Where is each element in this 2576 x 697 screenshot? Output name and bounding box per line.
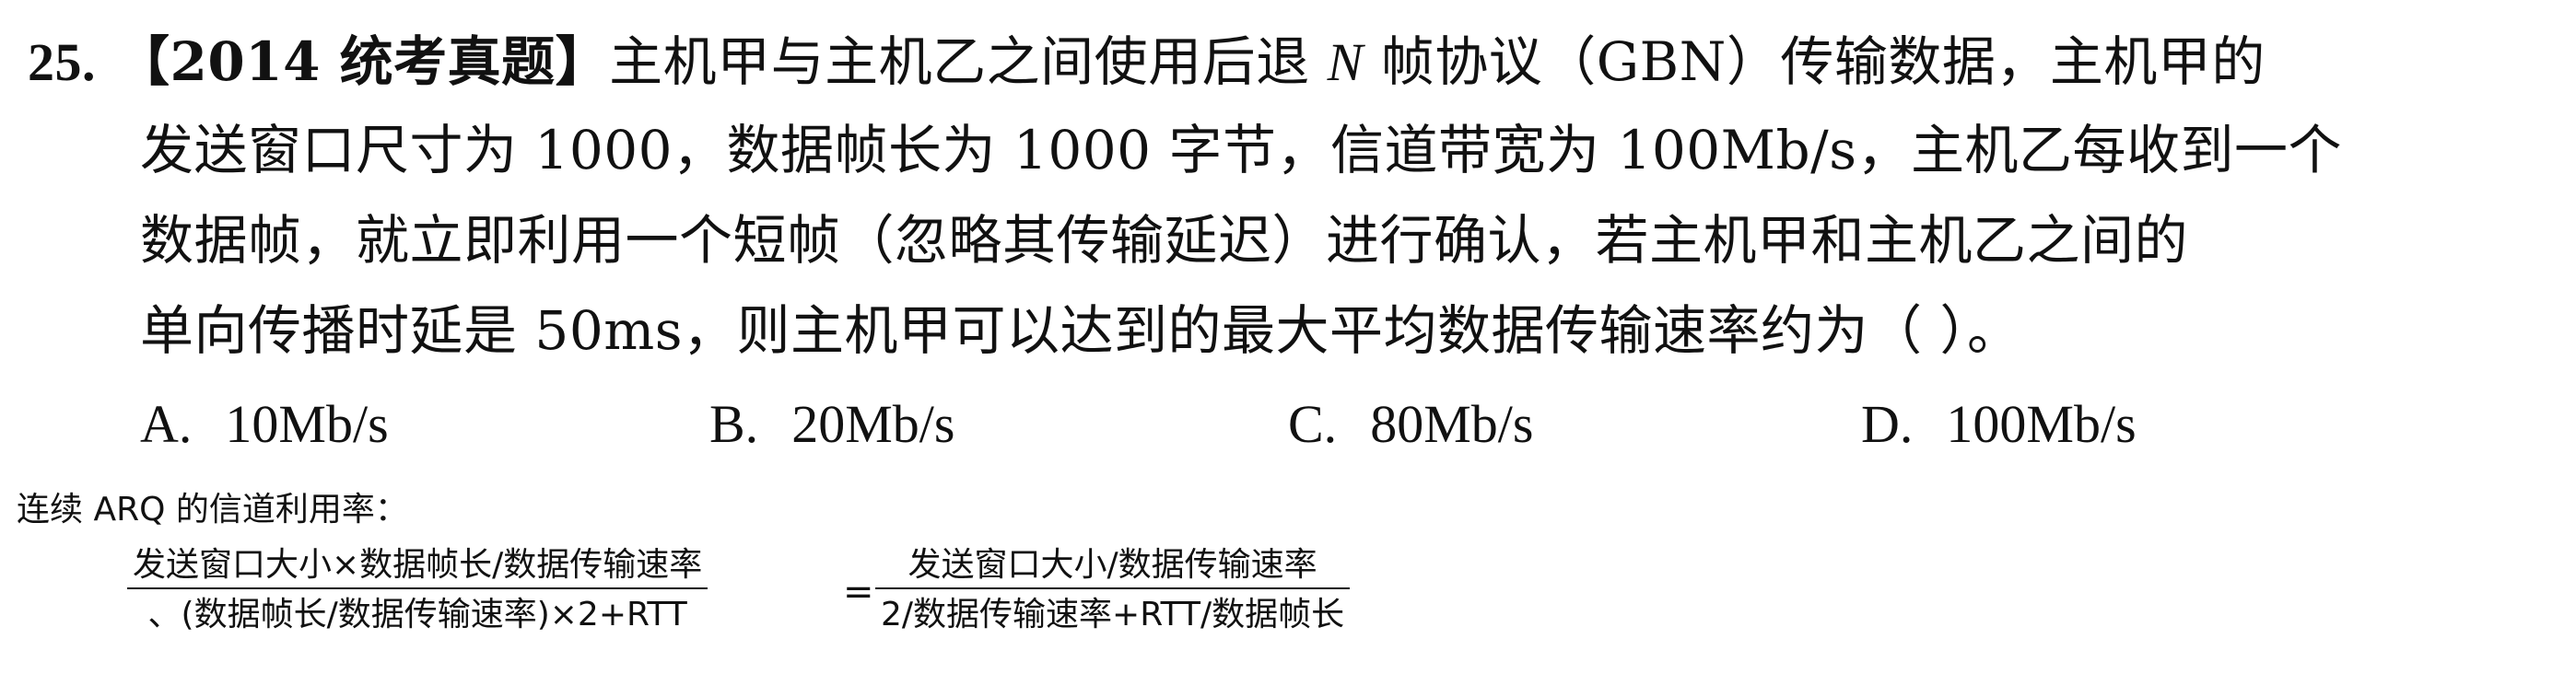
option-b: B. 20Mb/s — [709, 398, 954, 451]
fraction-right-numerator: 发送窗口大小/数据传输速率 — [875, 549, 1351, 589]
question-source-tag: 【2014 统考真题】 — [116, 30, 610, 93]
question-line-4: 单向传播时延是 50ms，则主机甲可以达到的最大平均数据传输速率约为（ ）。 — [140, 299, 2021, 362]
fraction-right-denominator: 2/数据传输速率+RTT/数据帧长 — [881, 596, 1345, 633]
fraction-right: 发送窗口大小/数据传输速率 2/数据传输速率+RTT/数据帧长 — [875, 549, 1351, 633]
option-d-letter: D. — [1861, 394, 1914, 454]
option-a: A. 10Mb/s — [140, 398, 389, 451]
option-c-value: 80Mb/s — [1370, 394, 1534, 454]
variable-n: N — [1327, 32, 1364, 92]
option-c: C. 80Mb/s — [1288, 398, 1533, 451]
question-line-1: 25. 【2014 统考真题】主机甲与主机乙之间使用后退 N 帧协议（GBN）传输… — [28, 35, 2266, 89]
question-line-3: 数据帧，就立即利用一个短帧（忽略其传输延迟）进行确认，若主机甲和主机乙之间的 — [140, 209, 2189, 272]
equals-sign: = — [843, 571, 874, 613]
question-line-1-text-b: 帧协议（GBN）传输数据，主机甲的 — [1363, 30, 2266, 93]
option-a-value: 10Mb/s — [225, 394, 389, 454]
fraction-left-numerator: 发送窗口大小×数据帧长/数据传输速率 — [127, 549, 708, 589]
note-title: 连续 ARQ 的信道利用率： — [17, 491, 408, 529]
option-d: D. 100Mb/s — [1861, 398, 2137, 451]
question-line-1-text-a: 主机甲与主机乙之间使用后退 — [609, 30, 1328, 93]
option-c-letter: C. — [1288, 394, 1338, 454]
option-a-letter: A. — [140, 394, 193, 454]
option-b-value: 20Mb/s — [791, 394, 955, 454]
fraction-left: 发送窗口大小×数据帧长/数据传输速率 、(数据帧长/数据传输速率)×2+RTT — [127, 549, 708, 632]
option-b-letter: B. — [709, 394, 759, 454]
question-number: 25. — [28, 32, 96, 92]
option-d-value: 100Mb/s — [1946, 394, 2137, 454]
question-line-2: 发送窗口尺寸为 1000，数据帧长为 1000 字节，信道带宽为 100Mb/s… — [140, 119, 2342, 181]
question-page: 25. 【2014 统考真题】主机甲与主机乙之间使用后退 N 帧协议（GBN）传输… — [0, 0, 2576, 697]
fraction-left-denominator: 、(数据帧长/数据传输速率)×2+RTT — [147, 596, 687, 633]
